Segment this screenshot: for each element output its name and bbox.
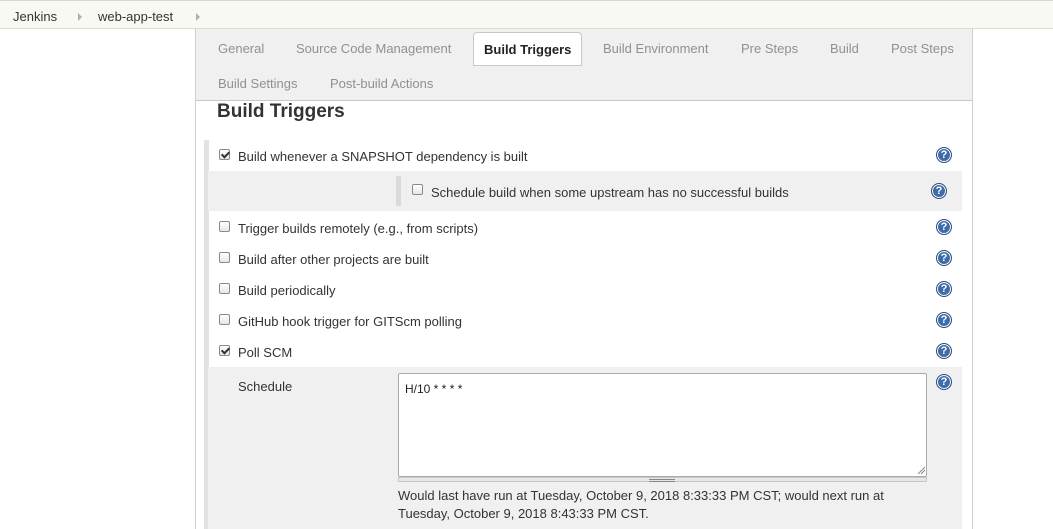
breadcrumb-separator-icon[interactable]: [196, 13, 200, 21]
help-icon[interactable]: ?: [936, 312, 952, 328]
after-other-projects-label[interactable]: Build after other projects are built: [238, 252, 429, 267]
config-tabbar: General Source Code Management Build Tri…: [196, 29, 972, 101]
breadcrumb-web-app-test[interactable]: web-app-test: [98, 9, 173, 24]
upstream-no-success-checkbox[interactable]: [412, 184, 423, 195]
tab-source-code-management[interactable]: Source Code Management: [296, 41, 451, 56]
tab-post-build-actions[interactable]: Post-build Actions: [330, 76, 433, 91]
tab-build-triggers[interactable]: Build Triggers: [473, 32, 583, 66]
schedule-label: Schedule: [238, 379, 293, 394]
upstream-no-success-label[interactable]: Schedule build when some upstream has no…: [431, 185, 789, 200]
poll-scm-label[interactable]: Poll SCM: [238, 345, 292, 360]
nested-indent-rule: [396, 176, 401, 206]
snapshot-trigger-checkbox[interactable]: [219, 149, 230, 160]
help-icon[interactable]: ?: [936, 147, 952, 163]
github-hook-checkbox[interactable]: [219, 314, 230, 325]
schedule-run-info: Would last have run at Tuesday, October …: [398, 488, 884, 521]
build-periodically-label[interactable]: Build periodically: [238, 283, 336, 298]
github-hook-label[interactable]: GitHub hook trigger for GITScm polling: [238, 314, 462, 329]
help-icon[interactable]: ?: [931, 183, 947, 199]
textarea-resize-icon[interactable]: [917, 466, 925, 474]
config-panel: General Source Code Management Build Tri…: [195, 29, 973, 529]
schedule-textarea[interactable]: H/10 * * * *: [398, 373, 927, 477]
tab-build-settings[interactable]: Build Settings: [218, 76, 298, 91]
textarea-expand-handle[interactable]: [398, 477, 927, 482]
tab-general[interactable]: General: [218, 41, 264, 56]
breadcrumb-separator-icon[interactable]: [78, 13, 82, 21]
remote-trigger-checkbox[interactable]: [219, 221, 230, 232]
tab-pre-steps[interactable]: Pre Steps: [741, 41, 798, 56]
section-title: Build Triggers: [217, 101, 345, 122]
breadcrumb: Jenkins web-app-test: [0, 0, 1053, 29]
help-icon[interactable]: ?: [936, 250, 952, 266]
help-icon[interactable]: ?: [936, 281, 952, 297]
help-icon[interactable]: ?: [936, 219, 952, 235]
drag-grip-icon: [649, 479, 675, 482]
remote-trigger-label[interactable]: Trigger builds remotely (e.g., from scri…: [238, 221, 478, 236]
after-other-projects-checkbox[interactable]: [219, 252, 230, 263]
breadcrumb-jenkins[interactable]: Jenkins: [13, 9, 57, 24]
help-icon[interactable]: ?: [936, 374, 952, 390]
help-icon[interactable]: ?: [936, 343, 952, 359]
snapshot-trigger-label[interactable]: Build whenever a SNAPSHOT dependency is …: [238, 149, 528, 164]
tab-build[interactable]: Build: [830, 41, 859, 56]
poll-scm-checkbox[interactable]: [219, 345, 230, 356]
tab-build-environment[interactable]: Build Environment: [603, 41, 709, 56]
tab-post-steps[interactable]: Post Steps: [891, 41, 954, 56]
build-periodically-checkbox[interactable]: [219, 283, 230, 294]
